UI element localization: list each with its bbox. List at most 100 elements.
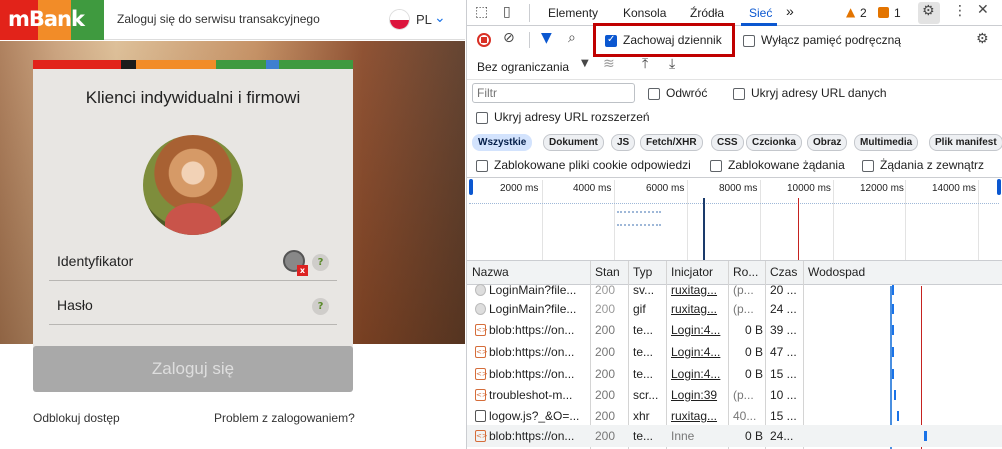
waterfall-bar [892, 304, 894, 314]
table-row[interactable]: <> blob:https://on... 200 te... Inne 0 B 24... [467, 425, 1002, 447]
card-title: Klienci indywidualni i firmowi [85, 88, 301, 107]
chevron-down-icon[interactable]: ⌄ [434, 10, 446, 26]
password-input[interactable] [49, 324, 337, 325]
hide-ext-urls-checkbox[interactable] [476, 112, 488, 124]
user-avatar [143, 135, 243, 235]
unlock-access-link[interactable]: Odblokuj dostęp [33, 411, 120, 425]
waterfall-bar [892, 325, 894, 335]
table-row[interactable]: <> blob:https://on... 200 te... Login:4... 0 … [467, 319, 1002, 341]
tab-sources[interactable]: Źródła [690, 6, 724, 20]
cell-size: 40... [733, 409, 757, 423]
cell-name: LoginMain?file... [489, 283, 577, 297]
table-row[interactable]: <> troubleshot-m... 200 scr... Login:39 (p...… [467, 384, 1002, 406]
filter-row: Odwróć Ukryj adresy URL danych [467, 80, 1002, 108]
login-button[interactable]: Zaloguj się [33, 346, 353, 392]
cell-time: 39 ... [770, 323, 797, 337]
col-waterfall[interactable]: Wodospad [808, 265, 865, 279]
identifier-input[interactable] [49, 280, 337, 281]
col-time[interactable]: Czas [770, 265, 797, 279]
warning-icon[interactable]: ▲ [846, 5, 855, 19]
filter-chip-fetch-xhr[interactable]: Fetch/XHR [640, 134, 703, 151]
col-initiator[interactable]: Inicjator [671, 265, 713, 279]
network-conditions-icon[interactable]: ≋ [603, 56, 615, 72]
cell-type: te... [633, 429, 654, 443]
close-icon[interactable]: ✕ [977, 2, 989, 18]
inspect-element-icon[interactable]: ⬚ [475, 4, 488, 20]
tab-console[interactable]: Konsola [623, 6, 666, 20]
cell-time: 10 ... [770, 388, 797, 402]
filter-input[interactable] [472, 83, 635, 103]
tab-network[interactable]: Sieć [749, 6, 772, 20]
preserve-log-label: Zachowaj dziennik [623, 33, 722, 47]
filter-chip-media[interactable]: Multimedia [854, 134, 919, 151]
network-settings-icon[interactable]: ⚙ [976, 31, 989, 47]
mbank-logo[interactable]: mBank [0, 0, 104, 40]
cell-type: te... [633, 323, 654, 337]
logo-text: mBank [8, 7, 85, 31]
cell-status: 200 [595, 388, 616, 402]
disable-cache-checkbox[interactable] [743, 35, 755, 47]
overview-right-handle[interactable] [997, 179, 1001, 195]
throttling-row: Bez ograniczania ▼ ≋ ⤒ ⤓ [467, 55, 1002, 80]
clear-icon[interactable]: ⊘ [503, 30, 515, 46]
cell-name: blob:https://on... [489, 323, 575, 337]
filter-chip-js[interactable]: JS [611, 134, 636, 151]
preserve-log-checkbox[interactable] [605, 34, 617, 47]
blocked-requests-checkbox[interactable] [710, 160, 722, 172]
record-stop-button[interactable] [477, 33, 491, 47]
table-row[interactable]: <> blob:https://on... 200 te... Login:4... 0 … [467, 341, 1002, 363]
image-icon [475, 303, 486, 315]
search-icon[interactable]: ⌕ [568, 30, 576, 46]
filter-chip-css[interactable]: CSS [711, 134, 744, 151]
col-size[interactable]: Ro... [733, 265, 758, 279]
issues-icon[interactable] [878, 7, 889, 18]
cell-initiator[interactable]: Login:4... [671, 345, 725, 359]
cell-initiator[interactable]: Login:39 [671, 388, 725, 402]
table-row[interactable]: logow.js?_&O=... 200 xhr ruxitag... 40... 15 … [467, 405, 1002, 427]
third-party-checkbox[interactable] [862, 160, 874, 172]
export-har-icon[interactable]: ⤓ [669, 56, 675, 72]
filter-icon[interactable]: ▼ [541, 30, 552, 46]
cell-status: 200 [595, 323, 616, 337]
cell-initiator[interactable]: ruxitag... [671, 283, 725, 297]
cell-initiator[interactable]: ruxitag... [671, 302, 725, 316]
cell-initiator[interactable]: Login:4... [671, 367, 725, 381]
resource-file-icon: <> [475, 430, 488, 442]
import-har-icon[interactable]: ⤒ [642, 56, 648, 72]
blocked-cookies-checkbox[interactable] [476, 160, 488, 172]
more-tabs-icon[interactable]: » [786, 3, 794, 19]
col-name[interactable]: Nazwa [472, 265, 509, 279]
cell-initiator[interactable]: Login:4... [671, 323, 725, 337]
header-subtitle: Zaloguj się do serwisu transakcyjnego [117, 12, 320, 26]
filter-chip-image[interactable]: Obraz [807, 134, 848, 151]
tab-elements[interactable]: Elementy [548, 6, 598, 20]
hide-data-urls-checkbox[interactable] [733, 88, 745, 100]
more-options-icon[interactable]: ⋮ [953, 3, 967, 19]
table-row[interactable]: LoginMain?file... 200 gif ruxitag... (p... 24… [467, 298, 1002, 320]
identifier-help-icon[interactable]: ? [312, 254, 329, 271]
settings-gear-icon[interactable]: ⚙ [922, 3, 935, 19]
filter-chip-all[interactable]: Wszystkie [472, 134, 533, 151]
cell-initiator[interactable]: ruxitag... [671, 409, 725, 423]
throttling-select[interactable]: Bez ograniczania [477, 60, 569, 74]
dropdown-arrow-icon[interactable]: ▼ [581, 58, 589, 69]
filter-chip-manifest[interactable]: Plik manifest [929, 134, 1002, 151]
device-toolbar-icon[interactable]: ▯ [503, 4, 511, 20]
filter-chip-font[interactable]: Czcionka [746, 134, 802, 151]
password-help-icon[interactable]: ? [312, 298, 329, 315]
devtools-panel: ⬚ ▯ Elementy Konsola Źródła Sieć » ▲ 2 1… [466, 0, 1002, 449]
poland-flag-icon[interactable] [389, 9, 410, 30]
cell-name: blob:https://on... [489, 367, 575, 381]
filter-chip-document[interactable]: Dokument [543, 134, 604, 151]
language-selector[interactable]: PL [416, 12, 432, 27]
cell-initiator[interactable]: Inne [671, 429, 725, 443]
virtual-keyboard-icon[interactable]: x [283, 250, 308, 276]
table-row[interactable]: <> blob:https://on... 200 te... Login:4... 0 … [467, 363, 1002, 385]
disable-cache-label: Wyłącz pamięć podręczną [761, 33, 901, 47]
invert-checkbox[interactable] [648, 88, 660, 100]
identifier-label: Identyfikator [57, 253, 134, 269]
overview-left-handle[interactable] [469, 179, 473, 195]
col-status[interactable]: Stan [595, 265, 620, 279]
login-problem-link[interactable]: Problem z zalogowaniem? [214, 411, 355, 425]
col-type[interactable]: Typ [633, 265, 652, 279]
